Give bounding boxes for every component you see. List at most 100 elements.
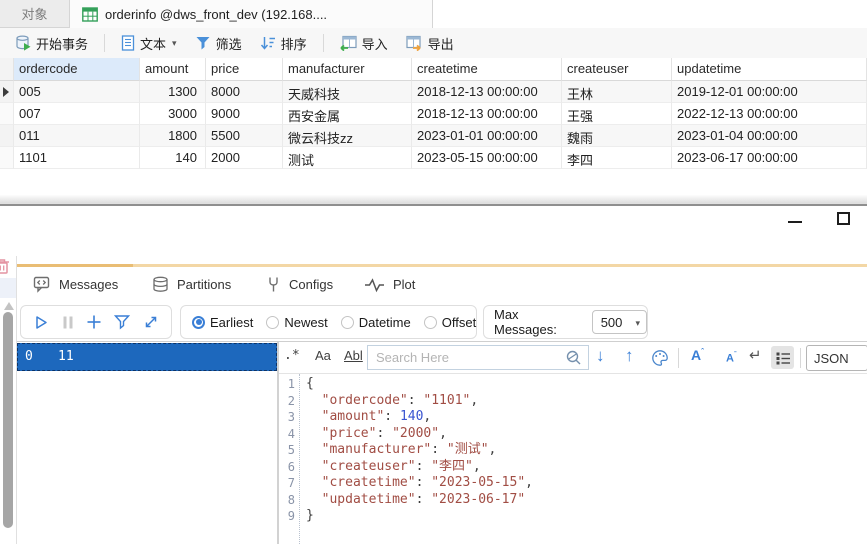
message-row-selected[interactable]: 0 11 (17, 343, 277, 371)
column-header[interactable]: price (206, 58, 283, 81)
import-button[interactable]: 导入 (333, 31, 395, 56)
column-header[interactable]: createuser (562, 58, 672, 81)
table-cell[interactable]: 005 (14, 81, 140, 103)
partition-value: 0 (25, 349, 33, 364)
match-word-toggle[interactable]: Abl (344, 348, 363, 363)
table-cell[interactable]: 2018-12-13 00:00:00 (412, 103, 562, 125)
table-icon (82, 7, 98, 22)
radio-datetime[interactable]: Datetime (341, 315, 411, 330)
radio-offset[interactable]: Offset (424, 315, 476, 330)
sort-button[interactable]: 排序 (253, 31, 314, 56)
filter-button[interactable]: 筛选 (188, 31, 249, 56)
table-cell[interactable]: 王强 (562, 103, 672, 125)
pause-icon[interactable] (62, 315, 74, 330)
table-cell[interactable]: 2018-12-13 00:00:00 (412, 81, 562, 103)
table-row[interactable]: 00513008000天威科技2018-12-13 00:00:00王林2019… (0, 81, 867, 103)
radio-earliest[interactable]: Earliest (192, 315, 253, 330)
search-icon[interactable] (565, 349, 584, 367)
table-cell[interactable]: 2023-06-17 00:00:00 (672, 147, 867, 169)
column-header[interactable]: createtime (412, 58, 562, 81)
table-cell[interactable]: 魏雨 (562, 125, 672, 147)
font-decrease-icon[interactable]: Aˉ (726, 350, 737, 365)
table-cell[interactable]: 1300 (140, 81, 206, 103)
gutter-highlight (0, 278, 16, 298)
table-row[interactable]: 11011402000测试2023-05-15 00:00:00李四2023-0… (0, 147, 867, 169)
tab-partitions[interactable]: Partitions (140, 267, 252, 302)
code-line: "createtime": "2023-05-15", (306, 475, 533, 492)
scrollbar-up-icon[interactable] (4, 302, 14, 310)
arrow-up-icon[interactable]: ↑ (625, 346, 634, 366)
table-row[interactable]: 01118005500微云科技zz2023-01-01 00:00:00魏雨20… (0, 125, 867, 147)
minimize-icon[interactable] (788, 221, 802, 223)
return-icon[interactable]: ↵ (749, 346, 762, 364)
add-icon[interactable] (86, 314, 102, 330)
json-editor[interactable]: 123456789 { "ordercode": "1101", "amount… (279, 374, 867, 544)
expand-icon[interactable] (143, 314, 159, 330)
max-messages-select[interactable]: 500 ▾ (592, 310, 647, 334)
trash-icon[interactable] (0, 258, 10, 275)
tab-objects-label: 对象 (21, 4, 47, 23)
code-line: "updatetime": "2023-06-17" (306, 492, 533, 509)
code-line: "ordercode": "1101", (306, 393, 533, 410)
table-cell[interactable]: 8000 (206, 81, 283, 103)
match-case-toggle[interactable]: Aa (315, 348, 331, 363)
table-cell[interactable]: 王林 (562, 81, 672, 103)
row-marker-cell (0, 147, 14, 169)
maximize-icon[interactable] (837, 212, 850, 225)
table-cell[interactable]: 西安金属 (283, 103, 412, 125)
column-header[interactable]: ordercode (14, 58, 140, 81)
search-input[interactable] (367, 345, 589, 370)
offset-value: 11 (58, 349, 74, 364)
table-cell[interactable]: 140 (140, 147, 206, 169)
message-list[interactable]: 0 11 (17, 342, 277, 544)
table-cell[interactable]: 2023-05-15 00:00:00 (412, 147, 562, 169)
row-marker-cell (0, 125, 14, 147)
palette-icon[interactable] (651, 349, 669, 367)
format-list-icon[interactable] (771, 346, 794, 369)
table-cell[interactable]: 天威科技 (283, 81, 412, 103)
table-cell[interactable]: 2000 (206, 147, 283, 169)
table-cell[interactable]: 1800 (140, 125, 206, 147)
column-header[interactable]: manufacturer (283, 58, 412, 81)
regex-toggle[interactable]: .* (284, 348, 300, 363)
table-cell[interactable]: 011 (14, 125, 140, 147)
export-button[interactable]: 导出 (399, 31, 461, 56)
begin-transaction-button[interactable]: 开始事务 (8, 31, 95, 56)
table-cell[interactable]: 3000 (140, 103, 206, 125)
table-cell[interactable]: 2019-12-01 00:00:00 (672, 81, 867, 103)
consumer-actions-group (20, 305, 172, 339)
table-cell[interactable]: 9000 (206, 103, 283, 125)
table-cell[interactable]: 测试 (283, 147, 412, 169)
window-divider (0, 195, 867, 206)
scrollbar-thumb[interactable] (3, 312, 13, 528)
tab-objects[interactable]: 对象 (0, 0, 70, 28)
arrow-down-icon[interactable]: ↓ (596, 346, 605, 366)
table-cell[interactable]: 5500 (206, 125, 283, 147)
line-number: 1 (279, 376, 295, 393)
tab-orderinfo[interactable]: orderinfo @dws_front_dev (192.168.... (70, 0, 433, 28)
max-messages-group: Max Messages: 500 ▾ (483, 305, 648, 339)
radio-newest[interactable]: Newest (266, 315, 327, 330)
font-increase-icon[interactable]: Aˆ (691, 347, 704, 363)
table-cell[interactable]: 007 (14, 103, 140, 125)
play-icon[interactable] (33, 314, 49, 331)
grid-body: 00513008000天威科技2018-12-13 00:00:00王林2019… (0, 81, 867, 169)
filter-icon[interactable] (114, 314, 130, 330)
table-cell[interactable]: 微云科技zz (283, 125, 412, 147)
column-header[interactable]: amount (140, 58, 206, 81)
table-cell[interactable]: 2023-01-01 00:00:00 (412, 125, 562, 147)
text-view-button[interactable]: 文本 ▾ (114, 31, 184, 56)
table-cell[interactable]: 2023-01-04 00:00:00 (672, 125, 867, 147)
tab-configs[interactable]: Configs (255, 267, 351, 302)
table-row[interactable]: 00730009000西安金属2018-12-13 00:00:00王强2022… (0, 103, 867, 125)
tab-plot[interactable]: Plot (352, 267, 432, 302)
radio-icon (192, 316, 205, 329)
table-cell[interactable]: 1101 (14, 147, 140, 169)
code-line: "amount": 140, (306, 409, 533, 426)
table-cell[interactable]: 李四 (562, 147, 672, 169)
tab-messages[interactable]: Messages (17, 267, 137, 302)
partitions-stack-icon (152, 276, 169, 293)
format-select[interactable]: JSON (806, 345, 867, 371)
table-cell[interactable]: 2022-12-13 00:00:00 (672, 103, 867, 125)
column-header[interactable]: updatetime (672, 58, 867, 81)
